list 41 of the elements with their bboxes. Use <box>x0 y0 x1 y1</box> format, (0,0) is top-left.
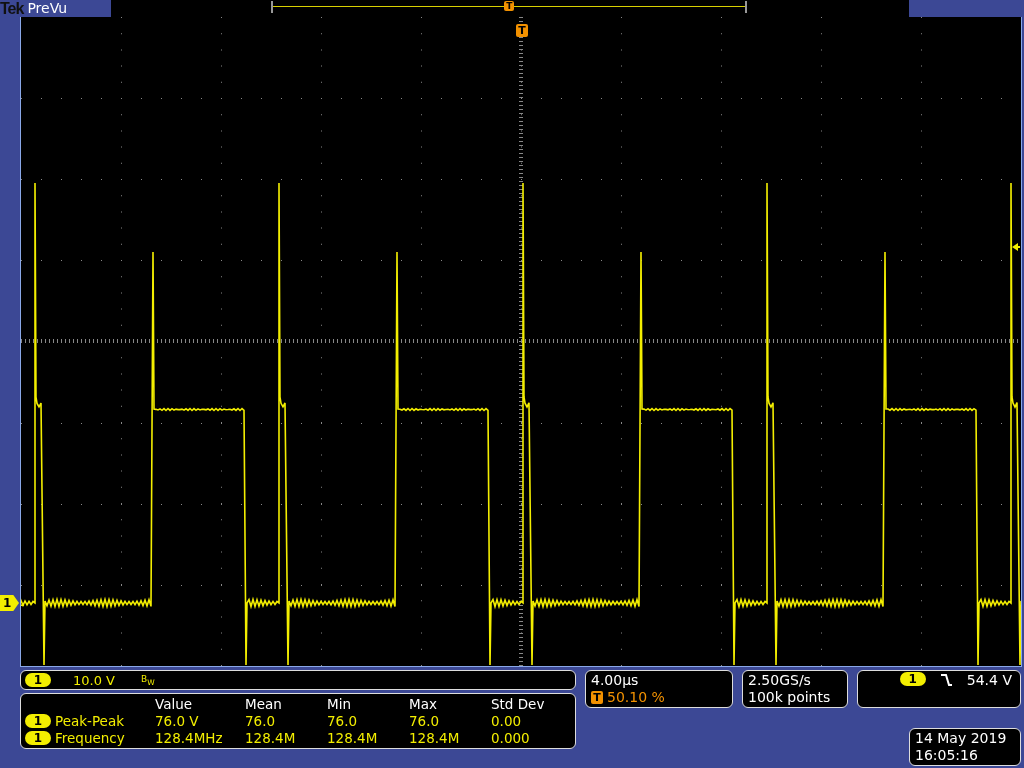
measurement-value: 76.0 <box>409 712 441 729</box>
column-header: Min <box>327 695 352 712</box>
measurement-name: Peak-Peak <box>55 712 124 729</box>
column-header: Value <box>155 695 194 712</box>
sample-rate: 2.50GS/s <box>748 672 812 689</box>
channel-bar[interactable]: 1 10.0 V B$_{W}$ <box>20 670 576 690</box>
channel-badge: 1 <box>25 713 51 728</box>
measurement-value: 128.4M <box>245 729 297 746</box>
bandwidth-limit-label: B$_{W}$ <box>141 673 155 687</box>
measurement-value: 128.4MHz <box>155 729 224 746</box>
measurement-value: 76.0 <box>327 712 359 729</box>
timebase-panel[interactable]: 4.00µs T 50.10 % <box>585 670 733 708</box>
date-label: 14 May 2019 <box>915 730 1008 747</box>
mode-label: PreVu <box>27 0 69 17</box>
trigger-position: 50.10 % <box>607 689 665 706</box>
trigger-position-marker[interactable]: T <box>516 24 528 37</box>
column-header: Mean <box>245 695 283 712</box>
record-length: 100k points <box>748 689 832 706</box>
channel-badge: 1 <box>25 673 51 687</box>
trigger-badge: T <box>591 691 603 704</box>
trigger-level-icon <box>1012 243 1020 251</box>
time-label: 16:05:16 <box>915 747 979 764</box>
measurement-value: 0.000 <box>491 729 531 746</box>
channel-badge: 1 <box>899 672 926 686</box>
column-header: Max <box>409 695 438 712</box>
trigger-panel[interactable]: 1 54.4 V <box>857 670 1021 708</box>
column-header: Std Dev <box>491 695 546 712</box>
measurement-name: Frequency <box>55 729 125 746</box>
measurement-value: 0.00 <box>491 712 523 729</box>
measurement-value: 128.4M <box>327 729 379 746</box>
acquisition-panel[interactable]: 2.50GS/s 100k points <box>742 670 848 708</box>
brand-logo: Tek <box>0 0 24 17</box>
measurement-value: 128.4M <box>409 729 461 746</box>
measurement-value: 76.0 <box>245 712 277 729</box>
channel-badge: 1 <box>25 730 51 745</box>
trigger-marker: T <box>504 1 515 11</box>
time-scale: 4.00µs <box>591 672 640 689</box>
trigger-level: 54.4 V <box>966 672 1012 689</box>
vertical-scale: 10.0 V <box>73 672 115 688</box>
ground-marker[interactable]: 1 <box>0 595 19 611</box>
measurement-value: 76.0 V <box>155 712 200 729</box>
